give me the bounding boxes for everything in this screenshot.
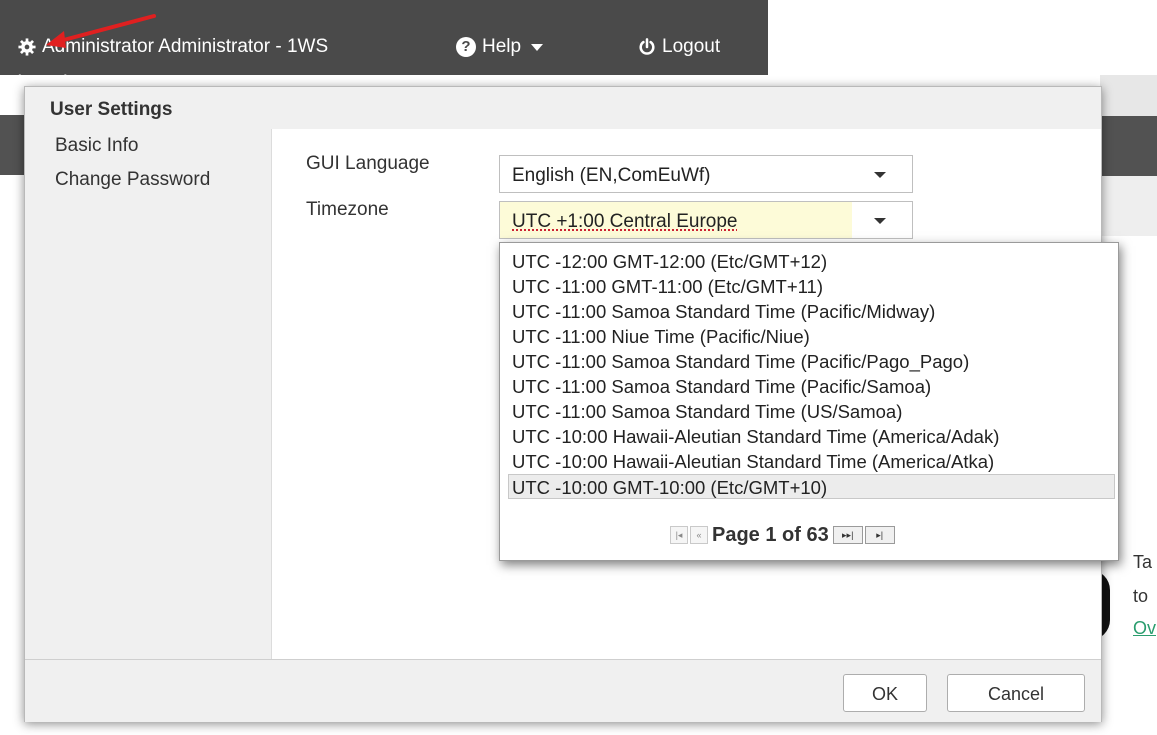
annotation-arrow-icon: [46, 14, 156, 48]
background-panel: [1100, 176, 1157, 236]
timezone-dropdown: UTC -12:00 GMT-12:00 (Etc/GMT+12) UTC -1…: [499, 242, 1119, 561]
timezone-option[interactable]: UTC -10:00 Hawaii-Aleutian Standard Time…: [510, 424, 1113, 449]
previous-page-icon[interactable]: «: [690, 526, 708, 544]
first-page-icon[interactable]: |◂: [670, 526, 688, 544]
settings-nav: Basic Info Change Password: [25, 129, 270, 659]
timezone-option[interactable]: UTC -11:00 GMT-11:00 (Etc/GMT+11): [510, 274, 1113, 299]
help-menu[interactable]: ? Help: [456, 36, 544, 58]
ok-button[interactable]: OK: [843, 674, 927, 712]
timezone-option-selected[interactable]: UTC -10:00 GMT-10:00 (Etc/GMT+10): [508, 474, 1115, 499]
next-page-icon[interactable]: ▸▸|: [832, 526, 863, 544]
page-indicator: Page 1 of 63: [712, 523, 829, 546]
timezone-option[interactable]: UTC -11:00 Samoa Standard Time (Pacific/…: [510, 349, 1113, 374]
gear-icon: [18, 38, 36, 56]
gui-language-value: English (EN,ComEuWf): [512, 165, 711, 186]
timezone-option[interactable]: UTC -11:00 Samoa Standard Time (US/Samoa…: [510, 399, 1113, 424]
timezone-value[interactable]: UTC +1:00 Central Europe: [512, 211, 737, 233]
timezone-option[interactable]: UTC -11:00 Niue Time (Pacific/Niue): [510, 324, 1113, 349]
question-icon: ?: [456, 37, 476, 57]
gui-language-label: GUI Language: [306, 153, 430, 174]
background-text: to: [1133, 586, 1149, 606]
dialog-footer: OK Cancel: [25, 659, 1101, 722]
timezone-option[interactable]: UTC -11:00 Samoa Standard Time (Pacific/…: [510, 374, 1113, 399]
background-link[interactable]: Ov: [1133, 618, 1156, 639]
cancel-button[interactable]: Cancel: [947, 674, 1085, 712]
logout-button[interactable]: Logout: [638, 36, 720, 58]
timezone-option[interactable]: UTC -11:00 Samoa Standard Time (Pacific/…: [510, 299, 1113, 324]
chevron-down-icon: [874, 172, 886, 178]
power-icon: [639, 38, 655, 55]
timezone-label: Timezone: [306, 199, 389, 220]
timezone-option[interactable]: UTC -12:00 GMT-12:00 (Etc/GMT+12): [510, 249, 1113, 274]
dropdown-pager: |◂ « Page 1 of 63 ▸▸| ▸|: [670, 522, 895, 548]
chevron-down-icon: [874, 218, 886, 224]
background-panel: [1100, 116, 1157, 176]
dialog-title: User Settings: [50, 99, 173, 120]
nav-item-basic-info[interactable]: Basic Info: [55, 135, 138, 157]
timezone-select[interactable]: UTC +1:00 Central Europe: [499, 201, 913, 239]
caret-down-icon: [531, 43, 544, 51]
background-panel: [0, 115, 24, 175]
help-label: Help: [482, 36, 522, 57]
background-text: Ta: [1133, 552, 1153, 572]
last-page-icon[interactable]: ▸|: [864, 526, 895, 544]
nav-item-change-password[interactable]: Change Password: [55, 169, 210, 191]
logout-label: Logout: [662, 36, 721, 57]
timezone-option[interactable]: UTC -10:00 Hawaii-Aleutian Standard Time…: [510, 449, 1113, 474]
gui-language-select[interactable]: English (EN,ComEuWf): [499, 155, 913, 193]
